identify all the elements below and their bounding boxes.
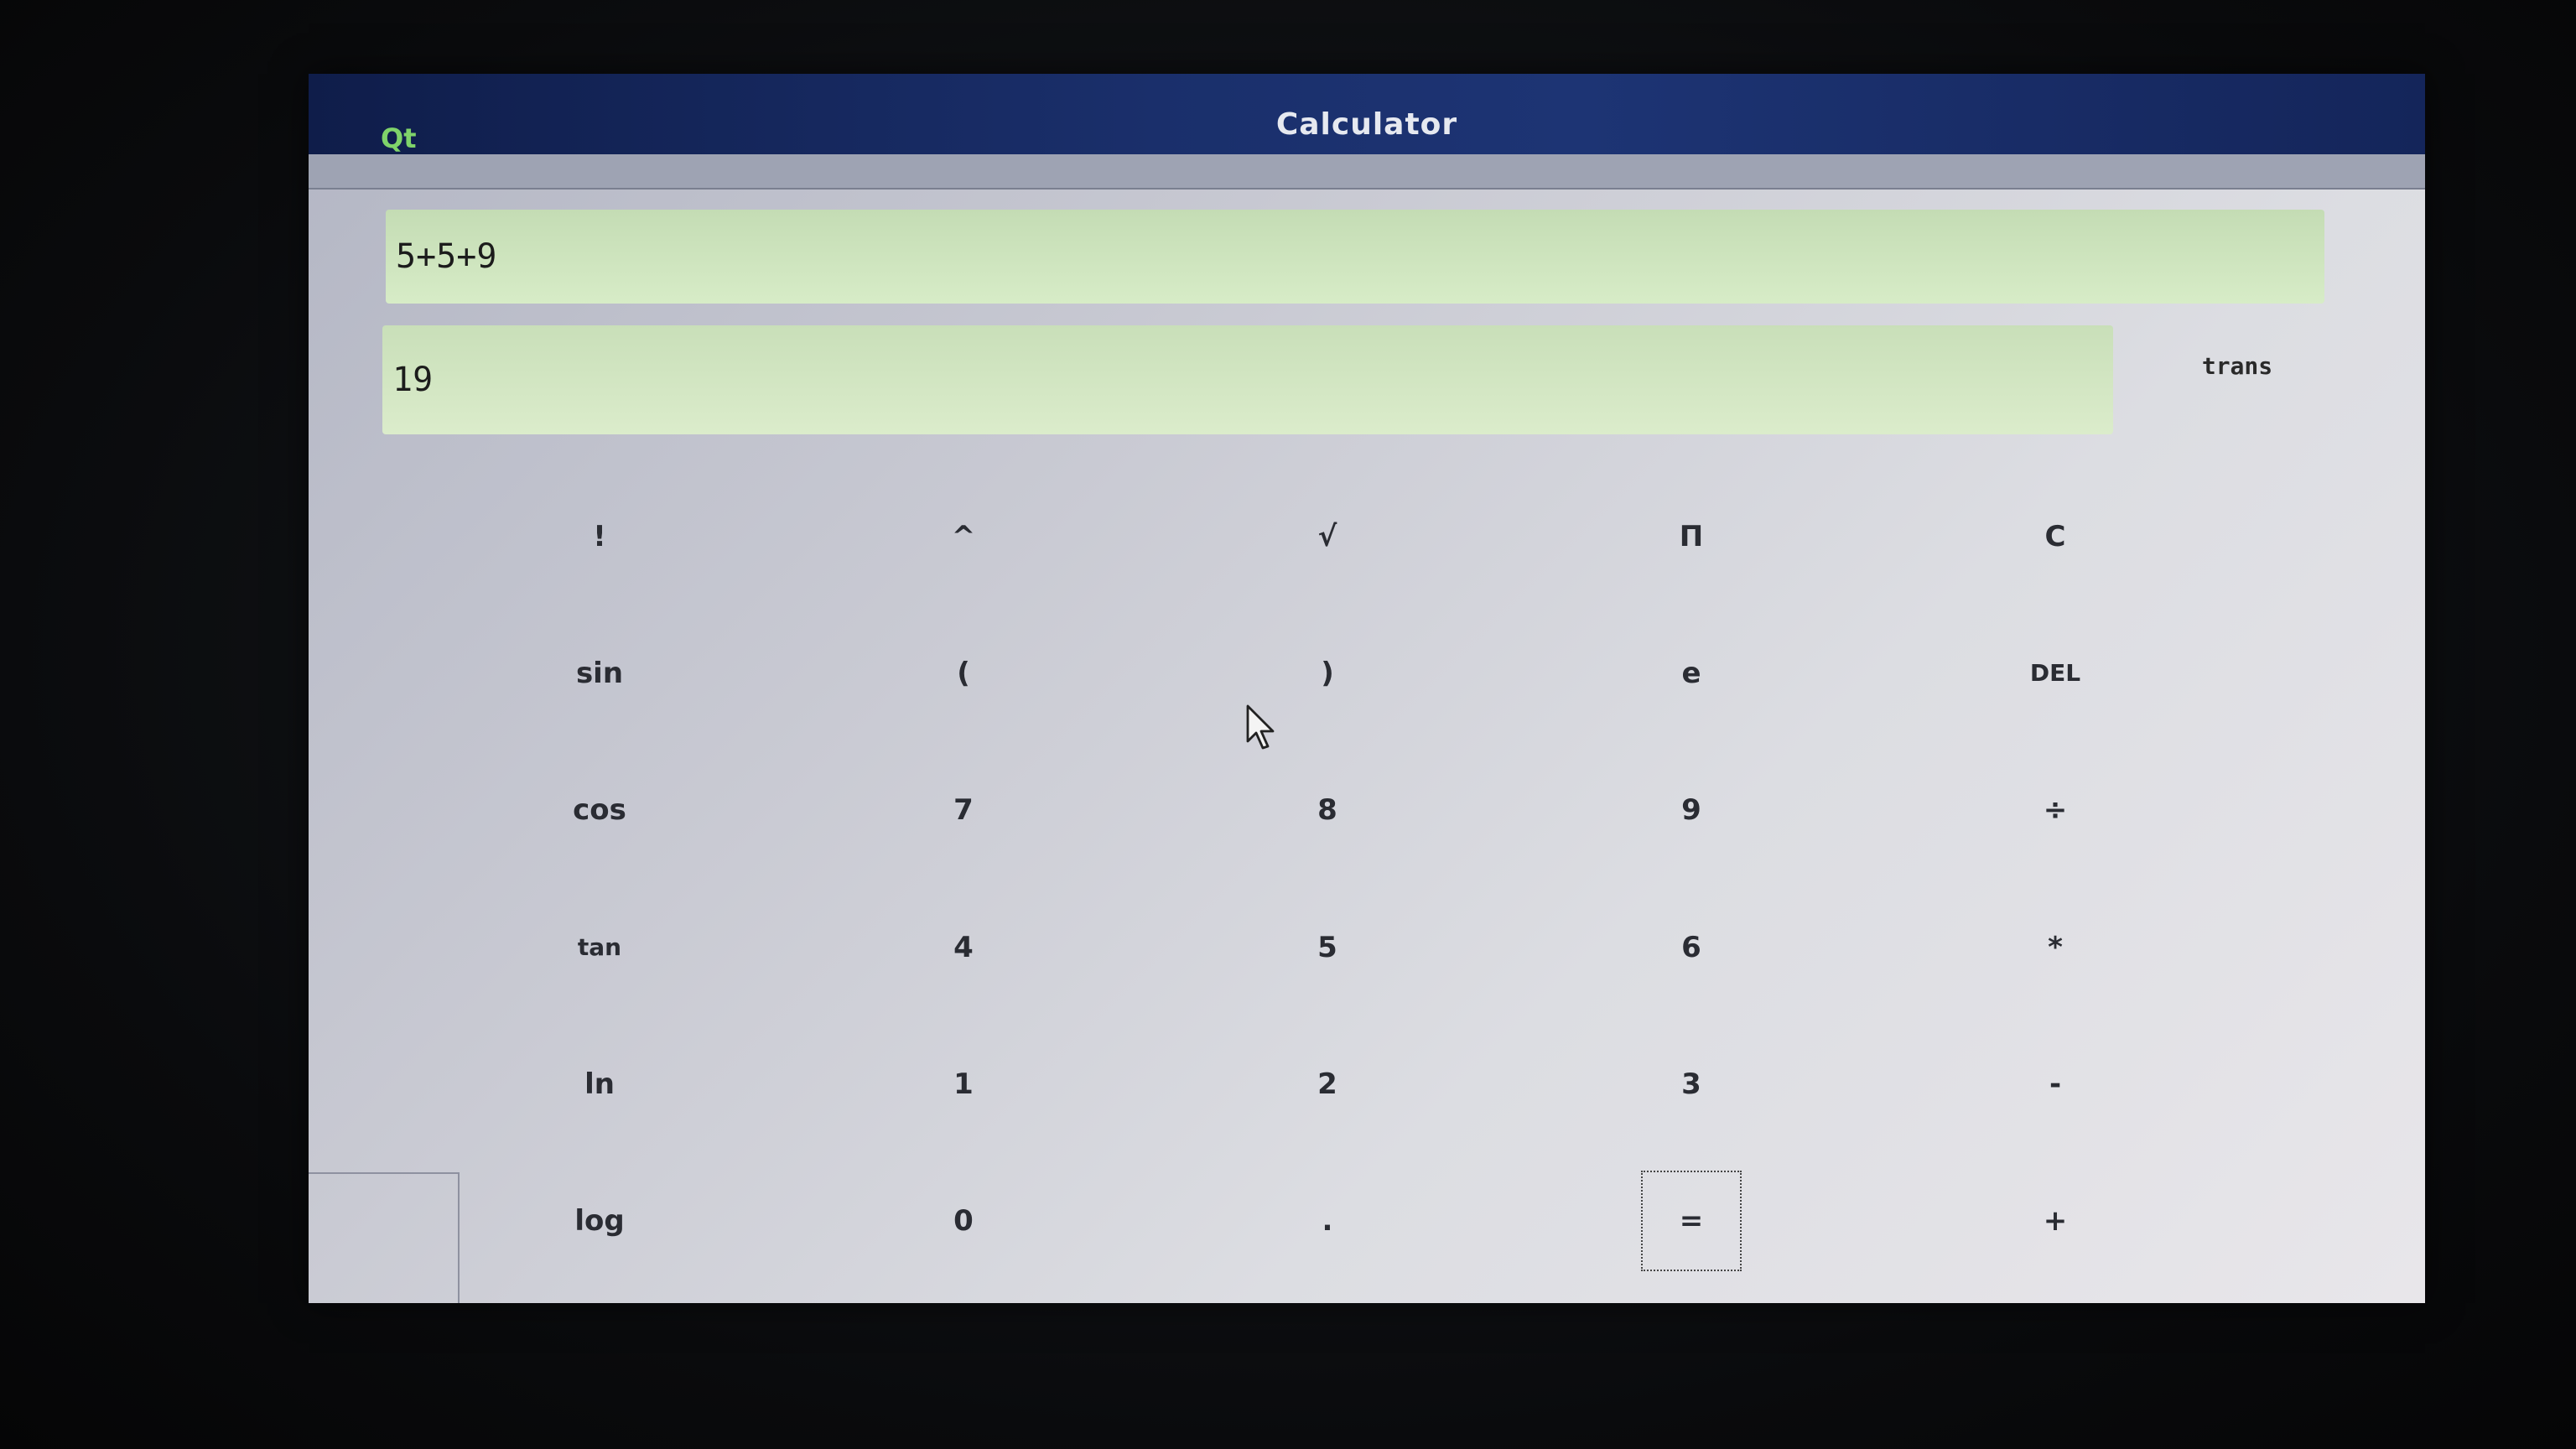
- add-button[interactable]: +: [1873, 1153, 2237, 1290]
- multiply-button[interactable]: *: [1873, 879, 2237, 1015]
- digit-6-button[interactable]: 6: [1509, 879, 1873, 1015]
- open-paren-button[interactable]: (: [782, 605, 1145, 741]
- factorial-button[interactable]: !: [418, 468, 782, 605]
- trans-button[interactable]: trans: [2153, 340, 2321, 391]
- result-display[interactable]: 19: [382, 325, 2113, 434]
- log-button[interactable]: log: [418, 1153, 782, 1290]
- ln-button[interactable]: ln: [418, 1015, 782, 1152]
- divide-button[interactable]: ÷: [1873, 742, 2237, 879]
- digit-1-button[interactable]: 1: [782, 1015, 1145, 1152]
- mouse-cursor-icon: [1246, 704, 1275, 750]
- digit-7-button[interactable]: 7: [782, 742, 1145, 879]
- digit-2-button[interactable]: 2: [1145, 1015, 1509, 1152]
- digit-5-button[interactable]: 5: [1145, 879, 1509, 1015]
- delete-button[interactable]: DEL: [1873, 605, 2237, 741]
- close-paren-button[interactable]: ): [1145, 605, 1509, 741]
- title-bar[interactable]: Qt Calculator: [309, 74, 2425, 154]
- euler-button[interactable]: e: [1509, 605, 1873, 741]
- sqrt-button[interactable]: √: [1145, 468, 1509, 605]
- menu-bar: [309, 154, 2425, 190]
- digit-8-button[interactable]: 8: [1145, 742, 1509, 879]
- keypad: ! ^ √ Π C sin ( ) e DEL cos 7 8 9 ÷ tan …: [418, 468, 2237, 1290]
- digit-3-button[interactable]: 3: [1509, 1015, 1873, 1152]
- digit-0-button[interactable]: 0: [782, 1153, 1145, 1290]
- equals-button[interactable]: =: [1509, 1153, 1873, 1290]
- window-title: Calculator: [1275, 107, 1458, 142]
- pi-button[interactable]: Π: [1509, 468, 1873, 605]
- digit-9-button[interactable]: 9: [1509, 742, 1873, 879]
- corner-widget: [309, 1172, 460, 1303]
- clear-button[interactable]: C: [1873, 468, 2237, 605]
- power-button[interactable]: ^: [782, 468, 1145, 605]
- subtract-button[interactable]: -: [1873, 1015, 2237, 1152]
- expression-display[interactable]: 5+5+9: [386, 210, 2324, 304]
- digit-4-button[interactable]: 4: [782, 879, 1145, 1015]
- tan-button[interactable]: tan: [418, 879, 782, 1015]
- calculator-window: Qt Calculator 5+5+9 19 trans ! ^ √ Π C s…: [309, 74, 2425, 1303]
- sin-button[interactable]: sin: [418, 605, 782, 741]
- equals-label: =: [1641, 1171, 1742, 1272]
- decimal-point-button[interactable]: .: [1145, 1153, 1509, 1290]
- cos-button[interactable]: cos: [418, 742, 782, 879]
